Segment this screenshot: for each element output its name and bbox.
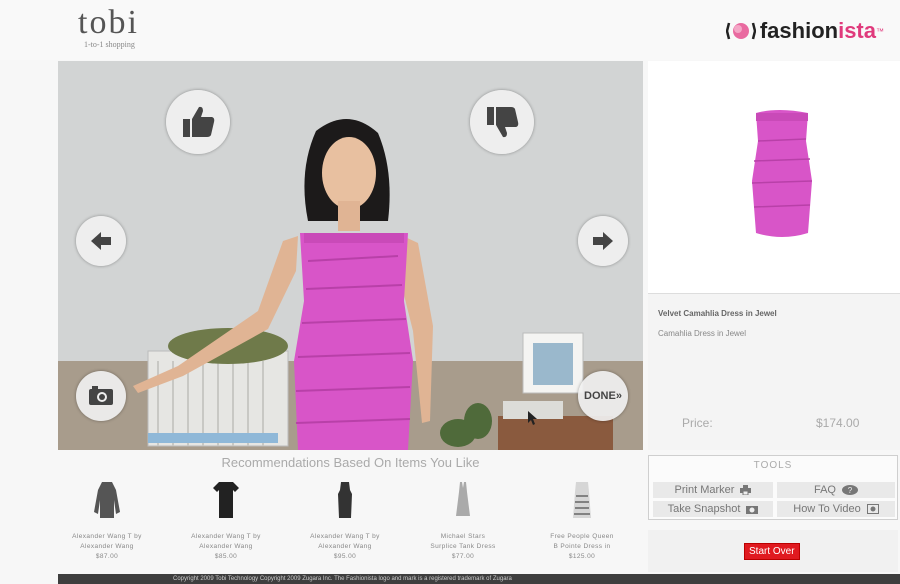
tobi-logo-tagline: 1-to-1 shopping <box>84 40 135 49</box>
product-image-box <box>648 61 900 293</box>
product-dress-image <box>751 110 813 237</box>
take-snapshot-label: Take Snapshot <box>667 503 741 515</box>
help-icon: ? <box>842 485 858 495</box>
print-marker-label: Print Marker <box>674 484 735 496</box>
next-item-button[interactable] <box>578 216 628 266</box>
arrow-right-icon <box>593 232 613 250</box>
recommendation-line1: Alexander Wang T by <box>191 533 261 540</box>
fashionista-word-part2: ista <box>838 18 876 43</box>
tools-panel: TOOLS Print Marker FAQ ? Take Snapshot H… <box>648 455 898 520</box>
print-marker-button[interactable]: Print Marker <box>653 482 773 498</box>
thumbs-up-icon <box>183 106 215 137</box>
start-over-button[interactable]: Start Over <box>744 543 800 560</box>
recommendation-item-image <box>94 482 120 518</box>
recommendation-caption: Michael Stars Surplice Tank Dress $77.00 <box>404 532 522 562</box>
camera-icon <box>746 506 759 514</box>
recommendation-caption: Alexander Wang T by Alexander Wang $95.0… <box>286 532 404 562</box>
recommendation-price: $85.00 <box>214 553 238 560</box>
recommendation-price: $77.00 <box>451 553 475 560</box>
product-info: Velvet Camahlia Dress in Jewel Camahlia … <box>648 293 900 450</box>
recommendation-line1: Michael Stars <box>440 533 486 540</box>
dislike-button[interactable] <box>470 90 534 154</box>
recommendation-line1: Alexander Wang T by <box>72 533 142 540</box>
tobi-logo-word: tobi <box>78 4 139 41</box>
recommendation-line1: Alexander Wang T by <box>310 533 380 540</box>
fashionista-tm: ™ <box>876 26 884 36</box>
recommendation-item-image <box>573 482 591 518</box>
recommendation-caption: Alexander Wang T by Alexander Wang $87.0… <box>48 532 166 562</box>
tobi-logo[interactable]: tobi 1-to-1 shopping <box>78 4 139 50</box>
recommendation-item-image <box>456 482 470 516</box>
mouse-cursor-icon <box>528 411 537 425</box>
recommendation-line2: Alexander Wang <box>80 543 134 550</box>
fashionista-word-part1: fashion <box>759 18 839 43</box>
recommendation-item-image <box>213 482 239 518</box>
start-over-area: Start Over <box>648 530 898 572</box>
recommendation-line2: B Pointe Dress in <box>553 543 611 550</box>
product-subtitle: Camahlia Dress in Jewel <box>658 329 747 338</box>
recommendation-item[interactable]: Michael Stars Surplice Tank Dress $77.00 <box>404 480 522 562</box>
recommendation-line2: Surplice Tank Dress <box>430 543 496 550</box>
arrow-left-icon <box>91 232 111 250</box>
take-snapshot-button[interactable]: Take Snapshot <box>653 501 773 517</box>
recommendation-item[interactable]: Alexander Wang T by Alexander Wang $95.0… <box>286 480 404 562</box>
camera-icon <box>89 386 113 405</box>
recommendation-price: $95.00 <box>333 553 357 560</box>
recommendation-item[interactable]: Alexander Wang T by Alexander Wang $87.0… <box>48 480 166 562</box>
header: tobi 1-to-1 shopping fashion ista ™ <box>0 0 900 60</box>
recommendations-title: Recommendations Based On Items You Like <box>221 455 480 470</box>
recommendation-caption: Alexander Wang T by Alexander Wang $85.0… <box>167 532 285 562</box>
fashionista-logo[interactable]: fashion ista ™ <box>725 18 884 44</box>
recommendation-item[interactable]: Free People Queen B Pointe Dress in $125… <box>523 480 641 562</box>
recommendation-price: $125.00 <box>568 553 596 560</box>
done-button[interactable]: DONE» <box>578 371 628 421</box>
video-icon <box>866 504 879 514</box>
fashionista-mark-icon <box>725 22 756 40</box>
previous-item-button[interactable] <box>76 216 126 266</box>
how-to-video-label: How To Video <box>793 503 861 515</box>
recommendation-line2: Alexander Wang <box>199 543 253 550</box>
recommendation-line2: Alexander Wang <box>318 543 372 550</box>
recommendation-price: $87.00 <box>95 553 119 560</box>
thumbs-down-icon <box>487 107 519 138</box>
tools-title: TOOLS <box>753 460 793 471</box>
footer-copyright: Copyright 2009 Tobi Technology Copyright… <box>58 574 900 584</box>
snapshot-button[interactable] <box>76 371 126 421</box>
like-button[interactable] <box>166 90 230 154</box>
recommendation-item[interactable]: Alexander Wang T by Alexander Wang $85.0… <box>167 480 285 562</box>
recommendation-line1: Free People Queen <box>550 533 614 540</box>
svg-text:?: ? <box>848 486 853 495</box>
price-value: $174.00 <box>816 416 860 430</box>
recommendation-item-image <box>338 482 352 518</box>
video-scene <box>58 61 643 450</box>
price-label: Price: <box>682 416 713 430</box>
faq-button[interactable]: FAQ ? <box>777 482 895 498</box>
recommendation-caption: Free People Queen B Pointe Dress in $125… <box>523 532 641 562</box>
how-to-video-button[interactable]: How To Video <box>777 501 895 517</box>
faq-label: FAQ <box>813 484 836 496</box>
product-name: Velvet Camahlia Dress in Jewel <box>658 309 777 318</box>
printer-icon <box>740 485 752 495</box>
try-on-video: DONE» <box>58 61 643 450</box>
